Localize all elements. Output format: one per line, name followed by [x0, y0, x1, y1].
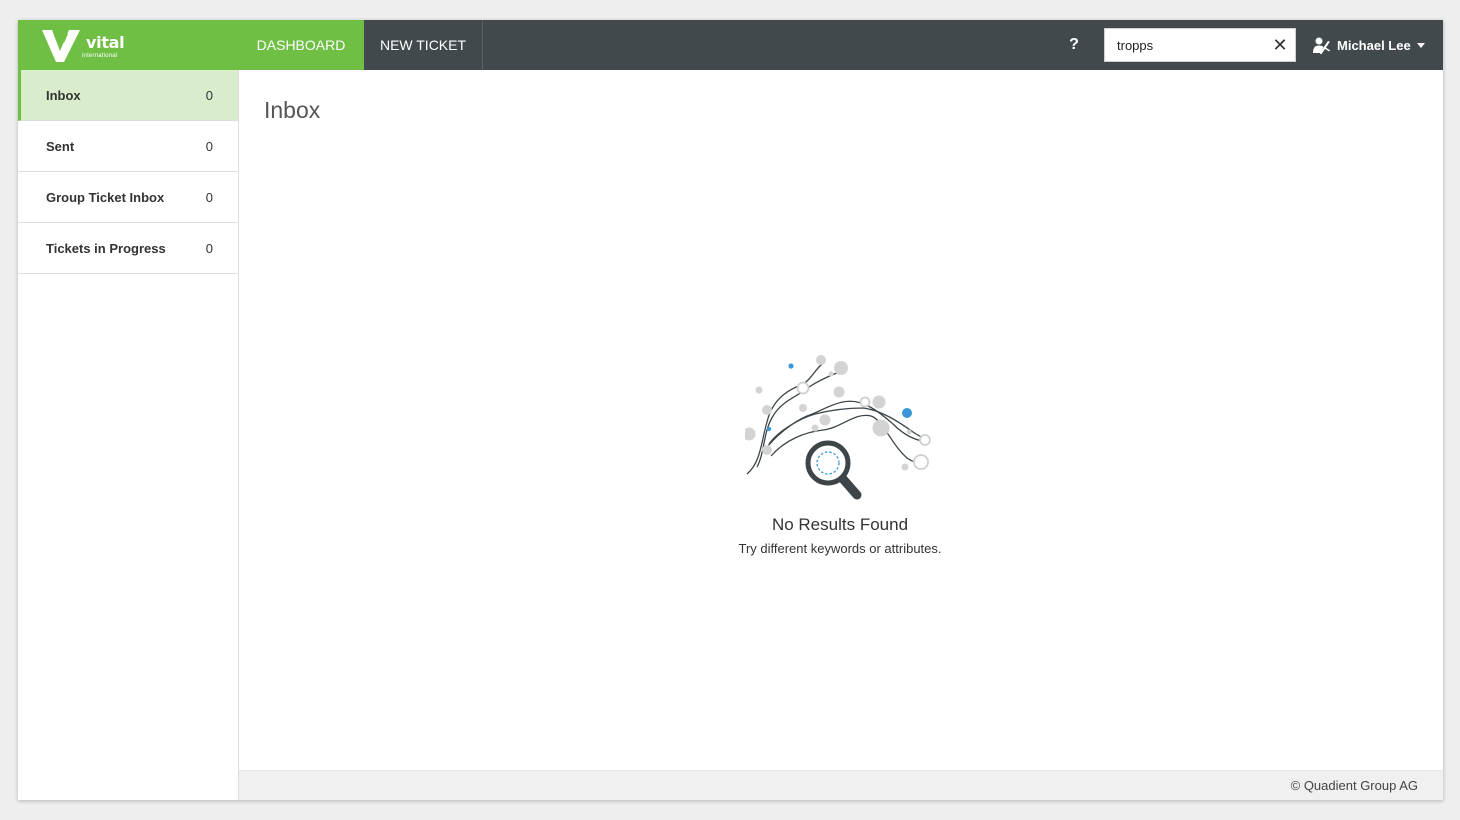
app-window: vital international DASHBOARD NEW TICKET…	[18, 20, 1443, 800]
footer: © Quadient Group AG	[239, 770, 1443, 800]
sidebar-item-inbox[interactable]: Inbox 0	[18, 70, 238, 121]
sidebar-item-tickets-in-progress[interactable]: Tickets in Progress 0	[18, 223, 238, 274]
brand-name: vital	[86, 33, 125, 52]
no-results-search-illustration	[745, 355, 931, 500]
search-box: ✕	[1104, 28, 1296, 62]
empty-state-subtitle: Try different keywords or attributes.	[738, 541, 942, 556]
sidebar-item-count: 0	[205, 190, 213, 205]
tab-dashboard[interactable]: DASHBOARD	[238, 20, 364, 70]
vital-logo-icon	[42, 30, 80, 62]
user-menu[interactable]: Michael Lee	[1312, 33, 1425, 57]
main-content: Inbox No Results Found Try different key…	[239, 70, 1443, 770]
brand-logo[interactable]: vital international	[18, 20, 238, 70]
page-title: Inbox	[264, 97, 321, 123]
sidebar-item-count: 0	[205, 241, 213, 256]
help-button[interactable]: ?	[1066, 33, 1082, 57]
sidebar-item-count: 0	[205, 139, 213, 154]
sidebar-item-label: Group Ticket Inbox	[46, 190, 165, 205]
sidebar-item-label: Inbox	[46, 88, 81, 103]
sidebar-item-count: 0	[205, 88, 213, 103]
sidebar-item-sent[interactable]: Sent 0	[18, 121, 238, 172]
user-switch-icon	[1313, 37, 1330, 54]
sidebar-item-label: Tickets in Progress	[46, 241, 166, 256]
tab-new-ticket[interactable]: NEW TICKET	[364, 20, 483, 70]
close-icon[interactable]: ✕	[1269, 29, 1291, 61]
empty-state-title: No Results Found	[771, 515, 909, 534]
top-navigation-bar: vital international DASHBOARD NEW TICKET…	[18, 20, 1443, 70]
sidebar-item-group-ticket-inbox[interactable]: Group Ticket Inbox 0	[18, 172, 238, 223]
copyright-text: © Quadient Group AG	[1290, 778, 1418, 793]
user-name: Michael Lee	[1337, 37, 1411, 53]
brand-tagline: international	[82, 53, 118, 59]
search-input[interactable]	[1105, 29, 1265, 61]
sidebar-item-label: Sent	[46, 139, 75, 154]
sidebar: Inbox 0 Sent 0 Group Ticket Inbox 0 Tick…	[18, 70, 239, 800]
chevron-down-icon	[1416, 42, 1425, 48]
